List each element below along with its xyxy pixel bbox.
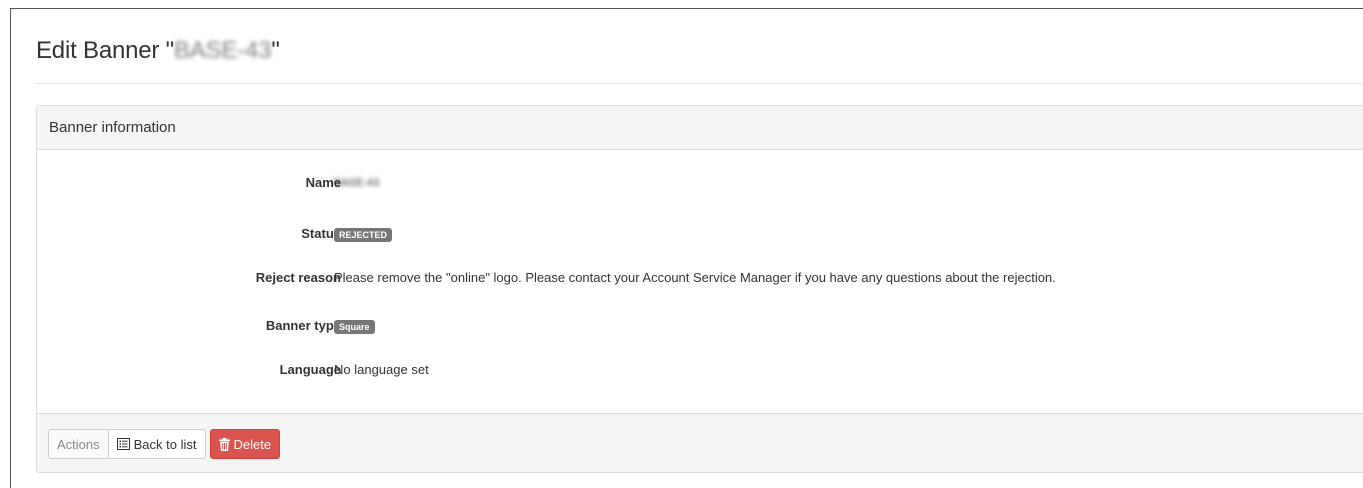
field-value-name: BASE-43 xyxy=(334,177,380,189)
page-title: Edit Banner "BASE-43" xyxy=(36,37,280,65)
field-row-banner-type: Banner type Square xyxy=(37,316,1363,336)
field-label-banner-type: Banner type xyxy=(265,318,341,333)
status-badge: REJECTED xyxy=(334,227,393,242)
field-value-language: No language set xyxy=(334,362,429,377)
page-title-suffix: " xyxy=(271,37,280,64)
page-title-banner-name: BASE-43 xyxy=(174,37,272,64)
field-value-reject-reason: Please remove the "online" logo. Please … xyxy=(334,270,1056,285)
field-row-status: Status REJECTED xyxy=(37,224,1363,244)
field-value-status: REJECTED xyxy=(334,224,393,244)
banner-info-panel: Banner information Name BASE-43 Status R… xyxy=(36,105,1363,473)
actions-button-group: Actions Back to list Delete xyxy=(48,429,281,459)
title-divider xyxy=(36,83,1363,84)
list-icon xyxy=(116,438,130,450)
back-to-list-label: Back to list xyxy=(133,436,197,452)
back-to-list-button[interactable]: Back to list xyxy=(108,429,206,459)
field-row-name: Name BASE-43 xyxy=(37,173,1363,193)
panel-footer: Actions Back to list Delete xyxy=(37,413,1363,472)
page-title-prefix: Edit Banner " xyxy=(36,37,175,64)
field-row-reject-reason: Reject reason Please remove the "online"… xyxy=(37,268,1363,288)
trash-icon xyxy=(218,437,230,451)
banner-type-badge: Square xyxy=(334,319,375,334)
delete-label: Delete xyxy=(233,436,272,452)
field-value-banner-type: Square xyxy=(334,316,375,336)
field-label-language: Language xyxy=(279,362,341,377)
panel-heading: Banner information xyxy=(37,106,1363,150)
actions-button[interactable]: Actions xyxy=(48,429,109,459)
field-row-language: Language No language set xyxy=(37,360,1363,380)
field-label-reject-reason: Reject reason xyxy=(255,270,341,285)
delete-button[interactable]: Delete xyxy=(209,429,281,459)
